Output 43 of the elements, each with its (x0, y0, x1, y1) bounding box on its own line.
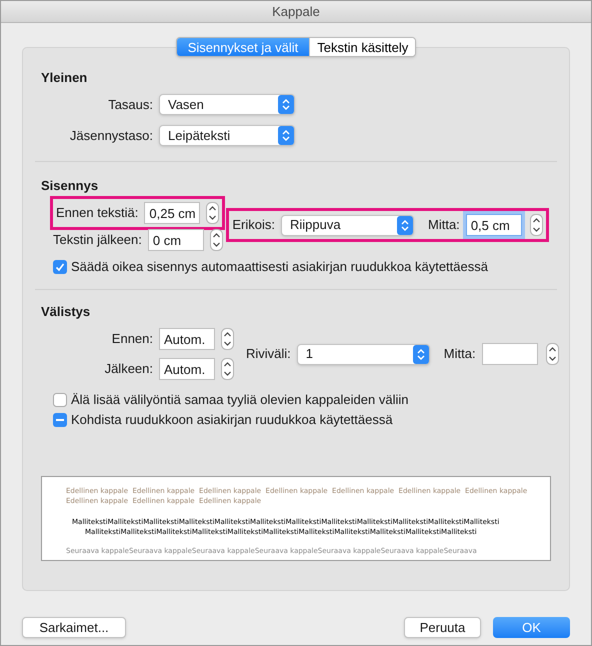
input-field[interactable]: Autom. (159, 328, 215, 350)
section-heading: Välistys (41, 303, 92, 320)
field-label: Ennen tekstiä: (56, 204, 138, 222)
section-heading: Yleinen (41, 69, 88, 86)
field-label: Mitta: (444, 345, 476, 364)
input-field[interactable]: Autom. (159, 358, 215, 380)
field-label: Tasaus: (107, 96, 153, 114)
field-label: Jäsennystaso: (68, 126, 153, 145)
window-title: Kappale (272, 2, 320, 21)
input-field[interactable]: 0 cm (148, 229, 204, 251)
stepper-icon[interactable] (221, 358, 234, 380)
field-label: Riviväli: (246, 345, 291, 364)
popup-button[interactable]: 1 (296, 344, 430, 364)
checkbox[interactable] (53, 260, 67, 274)
stepper-icon[interactable] (210, 229, 223, 251)
stepper-icon[interactable] (546, 343, 559, 365)
checkbox-label: Älä lisää välilyöntiä samaa tyyliä olevien kappaleiden väliin (71, 391, 408, 410)
input-field[interactable]: 0,25 cm (144, 202, 200, 224)
checkbox[interactable] (53, 393, 67, 407)
chevron-icon (412, 344, 429, 364)
field-label: Jälkeen: (104, 360, 153, 378)
tab[interactable]: Tekstin käsittely (309, 38, 416, 56)
checkbox-label: Kohdista ruudukkoon asiakirjan ruudukkoa käytettäessä (71, 411, 393, 430)
chevron-icon (278, 95, 294, 114)
field-label: Ennen: (110, 330, 153, 348)
dialog-button[interactable]: Sarkaimet... (22, 617, 126, 638)
stepper-icon[interactable] (530, 214, 543, 236)
field-label: Erikois: (232, 216, 276, 234)
popup-button[interactable]: Vasen (159, 94, 295, 115)
field-label: Mitta: (428, 216, 460, 234)
chevron-icon (397, 216, 414, 234)
field-label: Tekstin jälkeen: (53, 231, 142, 250)
section-heading: Sisennys (41, 177, 100, 194)
input-field[interactable]: 0,5 cm (466, 214, 522, 236)
popup-button[interactable]: Riippuva (281, 214, 414, 236)
checkbox[interactable] (53, 413, 67, 427)
stepper-icon[interactable] (221, 328, 234, 350)
stepper-icon[interactable] (206, 202, 220, 224)
input-field[interactable] (482, 343, 538, 365)
popup-button[interactable]: Leipäteksti (159, 125, 295, 146)
chevron-icon (278, 126, 294, 145)
checkbox-label: Säädä oikea sisennys automaattisesti asiakirjan ruudukkoa käytettäessä (71, 258, 488, 276)
dialog-button[interactable]: Peruuta (404, 617, 481, 638)
